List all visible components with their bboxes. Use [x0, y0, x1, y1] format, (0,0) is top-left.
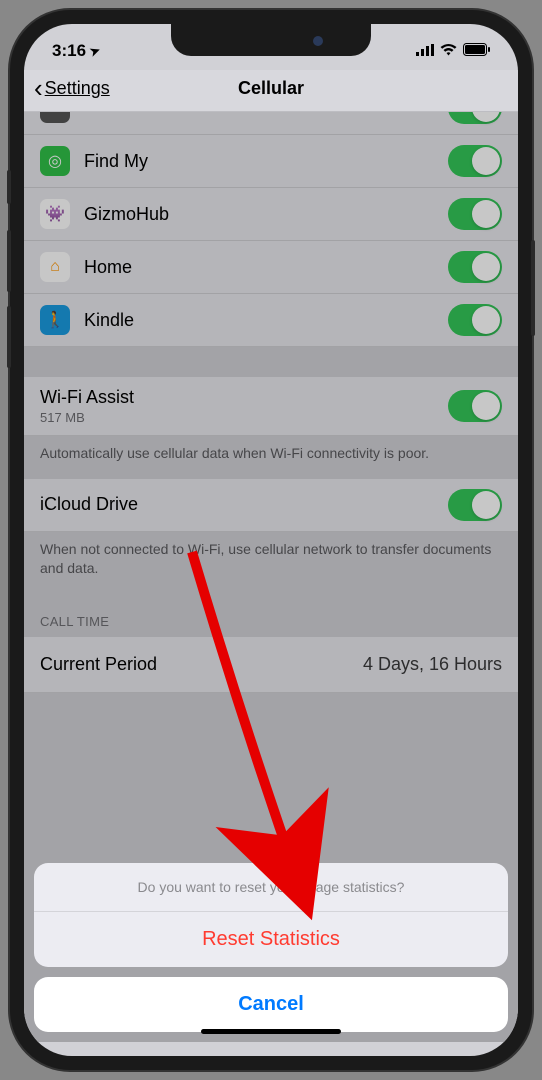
- battery-icon: [463, 41, 490, 61]
- current-period-label: Current Period: [40, 654, 363, 675]
- app-name: Find My: [84, 151, 448, 172]
- location-icon: ➤: [88, 43, 102, 60]
- icloud-drive-toggle[interactable]: [448, 489, 502, 521]
- content-area: ◎ Find My 👾 GizmoHub ⌂ Home 🚶 Kindle Wi-…: [24, 112, 518, 1042]
- app-toggle[interactable]: [448, 251, 502, 283]
- power-button: [531, 240, 535, 336]
- page-title: Cellular: [238, 78, 304, 99]
- app-name: Home: [84, 257, 448, 278]
- mute-switch: [7, 170, 11, 204]
- app-toggle[interactable]: [448, 304, 502, 336]
- back-label: Settings: [45, 78, 110, 99]
- reset-statistics-button[interactable]: Reset Statistics: [34, 912, 508, 967]
- icloud-drive-footer: When not connected to Wi-Fi, use cellula…: [24, 532, 518, 594]
- app-row[interactable]: ⌂ Home: [24, 241, 518, 294]
- app-row[interactable]: 🚶 Kindle: [24, 294, 518, 347]
- volume-up: [7, 230, 11, 292]
- wifi-assist-footer: Automatically use cellular data when Wi-…: [24, 436, 518, 479]
- app-toggle[interactable]: [448, 198, 502, 230]
- app-toggle[interactable]: [448, 145, 502, 177]
- sheet-message: Do you want to reset your usage statisti…: [34, 863, 508, 912]
- app-row[interactable]: ◎ Find My: [24, 135, 518, 188]
- action-sheet: Do you want to reset your usage statisti…: [24, 853, 518, 1042]
- cancel-button[interactable]: Cancel: [34, 977, 508, 1032]
- wifi-icon: [440, 41, 457, 61]
- icloud-drive-row[interactable]: iCloud Drive: [24, 479, 518, 532]
- app-icon: ◎: [40, 146, 70, 176]
- nav-bar: ‹ Settings Cellular: [24, 70, 518, 112]
- app-row[interactable]: 👾 GizmoHub: [24, 188, 518, 241]
- app-name: GizmoHub: [84, 204, 448, 225]
- notch: [171, 24, 371, 56]
- current-period-row[interactable]: Current Period 4 Days, 16 Hours: [24, 637, 518, 693]
- wifi-assist-toggle[interactable]: [448, 390, 502, 422]
- current-period-value: 4 Days, 16 Hours: [363, 654, 502, 675]
- app-row-partial[interactable]: [24, 112, 518, 135]
- home-indicator[interactable]: [201, 1029, 341, 1034]
- app-name: Kindle: [84, 310, 448, 331]
- chevron-left-icon: ‹: [34, 73, 43, 104]
- wifi-assist-label: Wi-Fi Assist: [40, 387, 448, 408]
- phone-frame: 3:16 ➤ ‹ Settings Cellular: [10, 10, 532, 1070]
- volume-down: [7, 306, 11, 368]
- call-time-header: CALL TIME: [24, 594, 518, 637]
- cellular-signal-icon: [416, 41, 434, 61]
- back-button[interactable]: ‹ Settings: [34, 73, 110, 104]
- icloud-drive-label: iCloud Drive: [40, 494, 448, 515]
- app-icon: 🚶: [40, 305, 70, 335]
- app-icon: ⌂: [40, 252, 70, 282]
- wifi-assist-row[interactable]: Wi-Fi Assist 517 MB: [24, 377, 518, 436]
- wifi-assist-sub: 517 MB: [40, 410, 448, 425]
- status-time: 3:16: [52, 41, 86, 61]
- app-icon: 👾: [40, 199, 70, 229]
- toggle[interactable]: [448, 112, 502, 124]
